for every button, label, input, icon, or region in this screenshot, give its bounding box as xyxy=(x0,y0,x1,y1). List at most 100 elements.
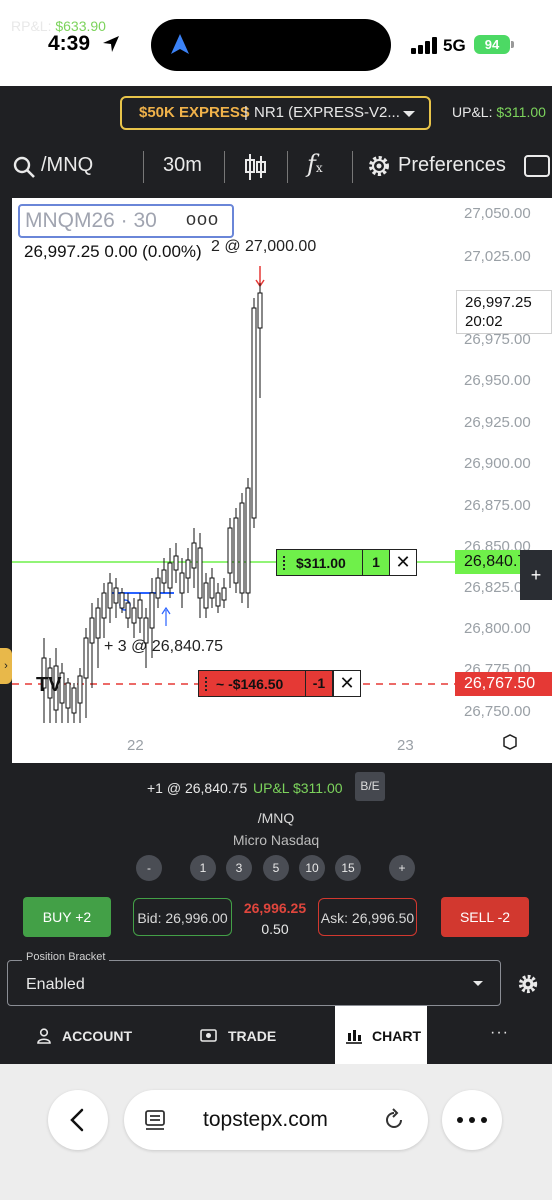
y-axis-label: 26,950.00 xyxy=(464,372,531,389)
up-pnl: UP&L: $311.00 xyxy=(452,104,546,120)
preferences-button[interactable]: Preferences xyxy=(398,154,506,177)
y-axis-label: 26,900.00 xyxy=(464,455,531,472)
status-time: 4:39 xyxy=(48,32,91,55)
reload-icon[interactable] xyxy=(382,1108,406,1132)
gear-icon[interactable] xyxy=(517,973,539,995)
x-axis-label: 22 xyxy=(127,737,144,754)
y-axis-label: 27,025.00 xyxy=(464,248,531,265)
x-axis-label: 23 xyxy=(397,737,414,754)
qty-preset-button[interactable]: 3 xyxy=(226,855,252,881)
candle-body xyxy=(209,577,215,599)
rp-pnl: RP&L: $633.90 xyxy=(11,18,106,34)
chevron-left-icon xyxy=(70,1108,84,1132)
candle-type-icon[interactable] xyxy=(244,152,268,182)
sell-button[interactable]: SELL -2 xyxy=(441,897,529,937)
cash-icon xyxy=(200,1029,217,1042)
nav-chart[interactable]: CHART xyxy=(335,1006,427,1064)
candle-body xyxy=(77,675,83,704)
candle-body xyxy=(107,582,113,609)
stop-price-tag: 26,767.50 xyxy=(455,672,552,696)
symbol-search[interactable]: /MNQ xyxy=(41,154,93,177)
legend-quote: 26,997.25 0.00 (0.00%) xyxy=(24,242,202,261)
ask-button[interactable]: Ask: 26,996.50 xyxy=(318,898,417,936)
account-separator: | xyxy=(244,104,248,121)
drag-handle-icon[interactable] xyxy=(283,556,286,570)
settings-hex-icon[interactable] xyxy=(503,734,517,750)
last-price-value: 26,997.25 xyxy=(465,294,532,311)
candle-body xyxy=(155,577,161,599)
rp-pnl-value: $633.90 xyxy=(55,18,106,34)
more-options-button[interactable] xyxy=(442,1090,502,1150)
instrument-name: Micro Nasdaq xyxy=(232,832,320,848)
instrument-symbol: /MNQ xyxy=(257,810,295,826)
order-label-fill: + 3 @ 26,840.75 xyxy=(104,638,223,655)
candle-body xyxy=(227,527,233,574)
candle-body xyxy=(245,487,251,594)
side-panel-toggle[interactable]: › xyxy=(0,648,12,684)
qty-preset-button[interactable]: 5 xyxy=(263,855,289,881)
nav-account-label: ACCOUNT xyxy=(62,1028,132,1044)
stop-order-qty: -1 xyxy=(305,670,333,697)
nav-chart-label: CHART xyxy=(372,1028,421,1044)
order-label-top: 2 @ 27,000.00 xyxy=(211,238,317,255)
bid-button[interactable]: Bid: 26,996.00 xyxy=(133,898,232,936)
battery-cap xyxy=(511,41,514,48)
buy-button[interactable]: BUY +2 xyxy=(23,897,111,937)
qty-preset-button[interactable]: 10 xyxy=(299,855,325,881)
gear-icon[interactable] xyxy=(367,154,391,178)
search-icon[interactable] xyxy=(12,155,36,179)
cancel-stop-button[interactable]: ✕ xyxy=(333,670,361,697)
candle-body xyxy=(71,687,77,714)
indicators-label: f xyxy=(307,150,316,178)
qty-decrease-button[interactable]: - xyxy=(136,855,162,881)
candle-body xyxy=(203,582,209,609)
chevron-down-icon[interactable] xyxy=(403,111,415,117)
candle-body xyxy=(149,592,155,629)
add-order-button[interactable]: + xyxy=(520,550,552,600)
chevron-down-icon[interactable] xyxy=(473,981,483,986)
stop-order-box[interactable]: ~ -$146.50 xyxy=(198,670,306,697)
more-dots-icon xyxy=(457,1117,487,1123)
candle-body xyxy=(95,607,101,639)
legend-more-button[interactable]: ooo xyxy=(186,209,219,230)
position-qty: 1 xyxy=(362,549,390,576)
candle-body xyxy=(191,542,197,569)
account-name: NR1 (EXPRESS-V2... xyxy=(254,104,400,121)
breakeven-button[interactable]: B/E xyxy=(355,772,385,801)
qty-increase-button[interactable]: + xyxy=(389,855,415,881)
nav-more-button[interactable]: ··· xyxy=(490,1024,509,1042)
candle-body xyxy=(185,559,191,579)
y-axis-label: 26,800.00 xyxy=(464,620,531,637)
reader-icon[interactable] xyxy=(144,1109,166,1131)
toolbar-divider xyxy=(352,151,353,183)
toolbar-divider xyxy=(287,151,288,183)
app-arrow-icon xyxy=(171,34,189,54)
last-price-label: 26,997.25 20:02 xyxy=(456,290,552,334)
location-arrow-icon xyxy=(103,36,119,52)
candle-body xyxy=(119,592,125,609)
candle-body xyxy=(257,292,263,329)
y-axis-label: 27,050.00 xyxy=(464,205,531,222)
interval-button[interactable]: 30m xyxy=(163,154,202,177)
account-tag: $50K EXPRESS xyxy=(139,104,250,121)
back-button[interactable] xyxy=(48,1090,108,1150)
qty-preset-button[interactable]: 15 xyxy=(335,855,361,881)
battery-icon: 94 xyxy=(474,35,510,54)
tradingview-logo: TV xyxy=(36,674,62,696)
close-position-button[interactable]: ✕ xyxy=(389,549,417,576)
candle-body xyxy=(89,617,95,644)
qty-preset-button[interactable]: 1 xyxy=(190,855,216,881)
layout-icon[interactable] xyxy=(524,155,550,177)
drag-handle-icon[interactable] xyxy=(205,677,208,691)
y-axis-label: 26,925.00 xyxy=(464,414,531,431)
url-text: topstepx.com xyxy=(203,1108,328,1131)
last-change: 0.50 xyxy=(261,921,289,937)
candle-body xyxy=(173,555,179,571)
toolbar-divider xyxy=(143,151,144,183)
indicators-icon[interactable]: fx xyxy=(307,150,323,178)
user-icon xyxy=(37,1028,51,1044)
toolbar-divider xyxy=(224,151,225,183)
chart-icon xyxy=(346,1030,362,1044)
stop-order-pnl: ~ -$146.50 xyxy=(216,676,284,692)
candle-body xyxy=(65,682,71,709)
